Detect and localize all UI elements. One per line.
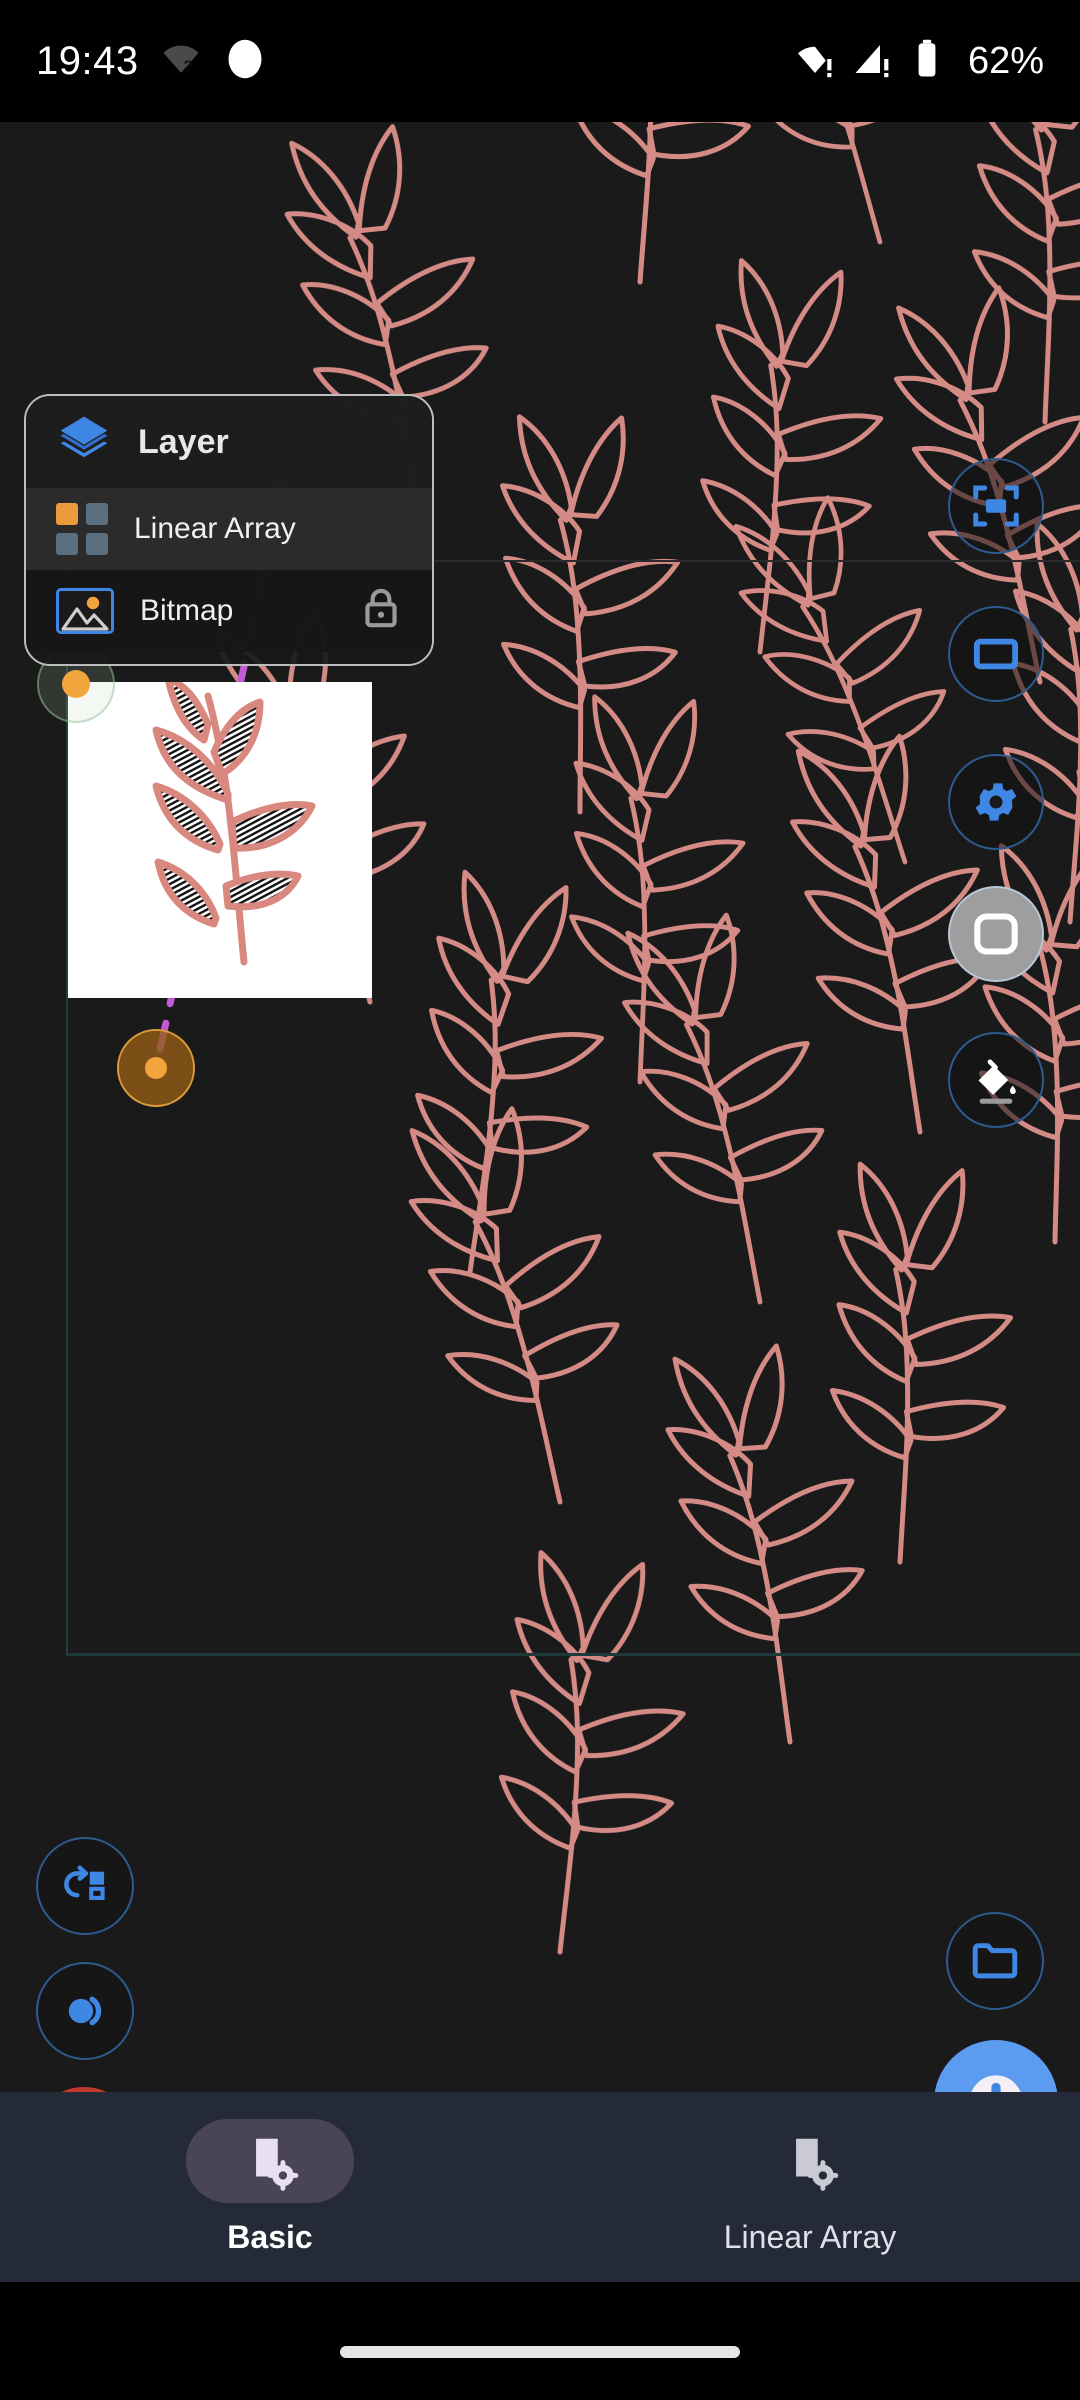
nav-item-basic[interactable]: Basic: [0, 2092, 540, 2282]
layer-row-label: Bitmap: [140, 594, 234, 627]
array-end-handle[interactable]: [117, 1029, 195, 1107]
canvas-workspace[interactable]: Layer Linear Array Bitmap: [0, 122, 1080, 2094]
wifi-question-icon: ?: [161, 39, 201, 84]
paint-bucket-icon: [978, 1059, 1016, 1104]
rectangle-select-button[interactable]: [948, 606, 1044, 702]
battery-icon: [910, 38, 944, 85]
transform-button[interactable]: [36, 1837, 134, 1935]
layer-row-label: Linear Array: [134, 512, 296, 545]
fit-to-screen-button[interactable]: [948, 458, 1044, 554]
folder-icon: [972, 1943, 1018, 1979]
wifi-no-internet-icon: [794, 38, 836, 85]
status-bar-right: 62%: [794, 38, 1044, 85]
fit-to-screen-icon: [973, 485, 1019, 527]
duplicate-circles-icon: [68, 1996, 102, 2026]
layer-panel-header: Layer: [26, 396, 432, 488]
dot-notification-icon: [223, 37, 267, 86]
layer-panel[interactable]: Layer Linear Array Bitmap: [24, 394, 434, 666]
shape-settings-icon: [796, 2138, 839, 2191]
rectangle-icon: [973, 638, 1019, 670]
layer-row-linear-array[interactable]: Linear Array: [26, 488, 432, 570]
nav-item-linear-array[interactable]: Linear Array: [540, 2092, 1080, 2282]
gesture-home-bar[interactable]: [340, 2346, 740, 2358]
plus-icon: [970, 2075, 1022, 2094]
duplicate-button[interactable]: [36, 1962, 134, 2060]
cellular-no-internet-icon: [852, 38, 894, 85]
handle-dot: [144, 1056, 168, 1080]
bitmap-preview-thumbnail[interactable]: [68, 682, 372, 998]
layers-icon: [56, 412, 112, 473]
shape-tool-button[interactable]: [948, 886, 1044, 982]
nav-label-linear-array: Linear Array: [723, 2218, 897, 2255]
rounded-square-icon: [974, 913, 1018, 955]
nav-pill-linear-array: [726, 2119, 894, 2203]
svg-text:?: ?: [183, 57, 192, 74]
rotate-transform-icon: [64, 1865, 105, 1900]
layer-panel-title: Layer: [138, 422, 229, 461]
status-bar: 19:43 ? 62%: [0, 0, 1080, 122]
handle-dot: [62, 670, 90, 698]
settings-button[interactable]: [948, 754, 1044, 850]
layer-row-bitmap[interactable]: Bitmap: [26, 570, 432, 652]
nav-label-basic: Basic: [227, 2218, 313, 2255]
shape-settings-icon: [256, 2138, 299, 2191]
bottom-navigation: Basic Linear Array: [0, 2092, 1080, 2282]
gear-icon: [975, 783, 1017, 821]
open-folder-button[interactable]: [946, 1912, 1044, 2010]
grid-array-icon: [56, 503, 108, 555]
bitmap-image-icon: [56, 588, 114, 634]
status-clock: 19:43: [36, 38, 139, 83]
fill-tool-button[interactable]: [948, 1032, 1044, 1128]
nav-pill-basic: [186, 2118, 354, 2203]
lock-closed-icon[interactable]: [356, 584, 406, 639]
battery-percent-label: 62%: [967, 39, 1044, 82]
system-gesture-area: [0, 2282, 1080, 2400]
status-bar-left: 19:43 ?: [36, 37, 267, 86]
